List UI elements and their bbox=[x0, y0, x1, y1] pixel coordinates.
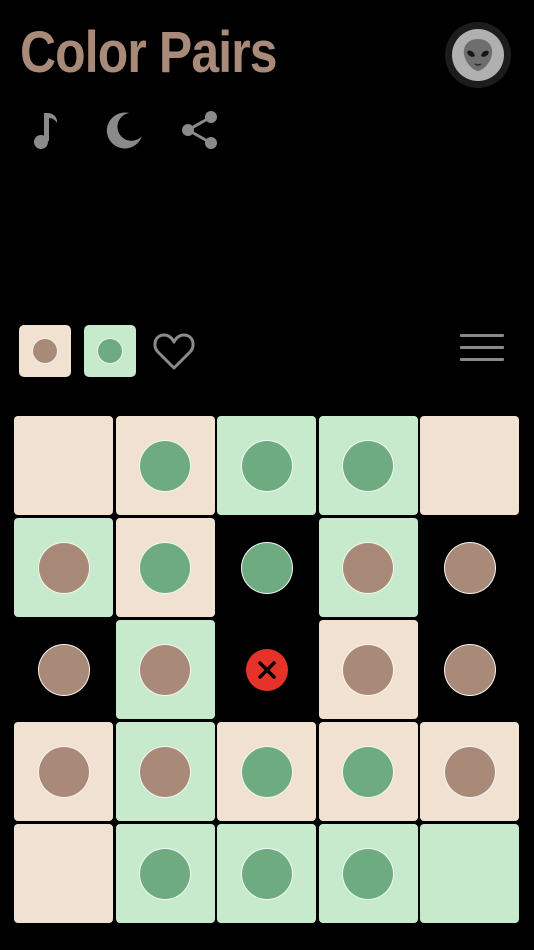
piece-brown[interactable] bbox=[443, 643, 496, 696]
board-cell[interactable] bbox=[217, 620, 316, 719]
piece-brown[interactable] bbox=[37, 541, 90, 594]
piece-green[interactable] bbox=[342, 439, 394, 492]
color-swatch-tan[interactable] bbox=[19, 325, 71, 377]
board-cell[interactable] bbox=[318, 416, 418, 515]
piece-brown[interactable] bbox=[139, 745, 191, 798]
piece-green[interactable] bbox=[139, 541, 191, 594]
piece-green[interactable] bbox=[342, 745, 394, 798]
board-cell[interactable] bbox=[14, 722, 113, 821]
board-cell[interactable] bbox=[14, 416, 113, 515]
alien-icon bbox=[452, 29, 504, 81]
piece-green[interactable] bbox=[240, 541, 293, 594]
heart-outline-icon[interactable] bbox=[151, 328, 197, 374]
piece-green[interactable] bbox=[139, 847, 191, 900]
board-cell[interactable] bbox=[115, 824, 215, 923]
piece-green[interactable] bbox=[240, 745, 293, 798]
piece-brown[interactable] bbox=[37, 745, 90, 798]
board-cell[interactable] bbox=[14, 518, 113, 617]
swatch-dot bbox=[97, 338, 123, 364]
music-note-icon[interactable] bbox=[24, 108, 68, 152]
color-swatch-green[interactable] bbox=[84, 325, 136, 377]
board-cell[interactable] bbox=[420, 824, 519, 923]
board-cell[interactable] bbox=[318, 518, 418, 617]
board-cell[interactable] bbox=[115, 620, 215, 719]
board-cell[interactable] bbox=[217, 518, 316, 617]
board-cell[interactable] bbox=[115, 518, 215, 617]
board-cell[interactable] bbox=[318, 824, 418, 923]
board-cell[interactable] bbox=[115, 722, 215, 821]
board-cell[interactable] bbox=[115, 416, 215, 515]
close-icon[interactable] bbox=[245, 648, 288, 691]
game-board bbox=[14, 416, 519, 923]
board-cell[interactable] bbox=[420, 620, 519, 719]
board-cell[interactable] bbox=[318, 620, 418, 719]
piece-green[interactable] bbox=[139, 439, 191, 492]
board-cell[interactable] bbox=[217, 416, 316, 515]
piece-brown[interactable] bbox=[342, 643, 394, 696]
board-cell[interactable] bbox=[217, 722, 316, 821]
profile-avatar-button[interactable] bbox=[445, 22, 511, 88]
piece-brown[interactable] bbox=[342, 541, 394, 594]
share-icon[interactable] bbox=[178, 108, 222, 152]
board-cell[interactable] bbox=[420, 518, 519, 617]
moon-icon[interactable] bbox=[101, 108, 145, 152]
piece-brown[interactable] bbox=[443, 745, 496, 798]
piece-green[interactable] bbox=[240, 847, 293, 900]
piece-brown[interactable] bbox=[443, 541, 496, 594]
board-cell[interactable] bbox=[420, 722, 519, 821]
board-cell[interactable] bbox=[14, 824, 113, 923]
piece-brown[interactable] bbox=[37, 643, 90, 696]
board-cell[interactable] bbox=[14, 620, 113, 719]
piece-brown[interactable] bbox=[139, 643, 191, 696]
game-title: Color Pairs bbox=[20, 20, 278, 85]
board-cell[interactable] bbox=[420, 416, 519, 515]
hamburger-menu-icon[interactable] bbox=[460, 334, 504, 368]
piece-green[interactable] bbox=[240, 439, 293, 492]
piece-green[interactable] bbox=[342, 847, 394, 900]
board-cell[interactable] bbox=[217, 824, 316, 923]
board-cell[interactable] bbox=[318, 722, 418, 821]
swatch-dot bbox=[32, 338, 58, 364]
